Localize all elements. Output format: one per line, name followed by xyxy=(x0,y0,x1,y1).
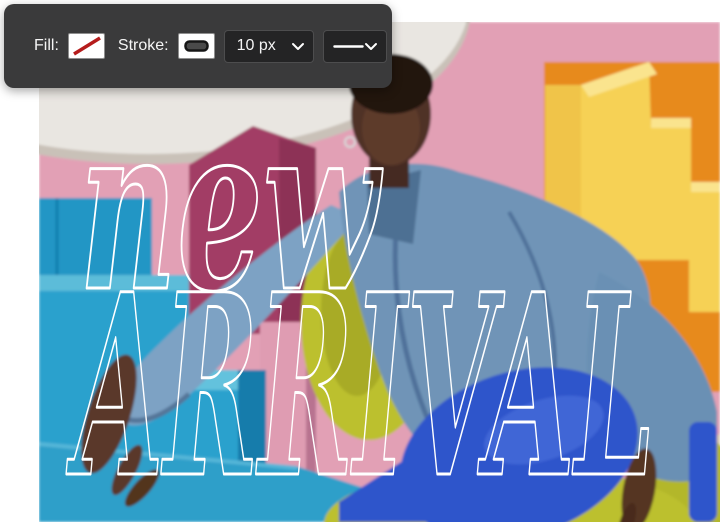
chevron-down-icon xyxy=(291,42,304,50)
app-window: new ARRIVAL Fill: Stroke: 10 px xyxy=(0,0,720,522)
yellow-stairs-lower-shape xyxy=(689,190,720,312)
yellow-stair-top3-shape xyxy=(691,182,720,192)
stroke-label: Stroke: xyxy=(117,37,169,54)
headline-line2[interactable]: ARRIVAL xyxy=(64,238,656,522)
solid-line-icon xyxy=(332,44,364,48)
none-fill-swatch-icon xyxy=(72,36,101,56)
boot-right-edge-shape xyxy=(689,422,717,522)
properties-toolbar: Fill: Stroke: 10 px xyxy=(4,4,392,88)
stroke-swatch-icon xyxy=(183,40,209,52)
canvas-image[interactable]: new ARRIVAL xyxy=(39,22,720,522)
yellow-stair-top2-shape xyxy=(651,118,691,128)
stroke-swatch-button[interactable] xyxy=(177,33,215,59)
fill-label: Fill: xyxy=(34,37,59,54)
chevron-down-icon xyxy=(364,42,377,50)
photo-scene: new ARRIVAL xyxy=(39,22,720,522)
fill-swatch-button[interactable] xyxy=(67,33,105,59)
stroke-width-value: 10 px xyxy=(236,37,276,54)
stroke-width-dropdown[interactable]: 10 px xyxy=(223,29,314,63)
line-style-dropdown[interactable] xyxy=(322,29,387,63)
